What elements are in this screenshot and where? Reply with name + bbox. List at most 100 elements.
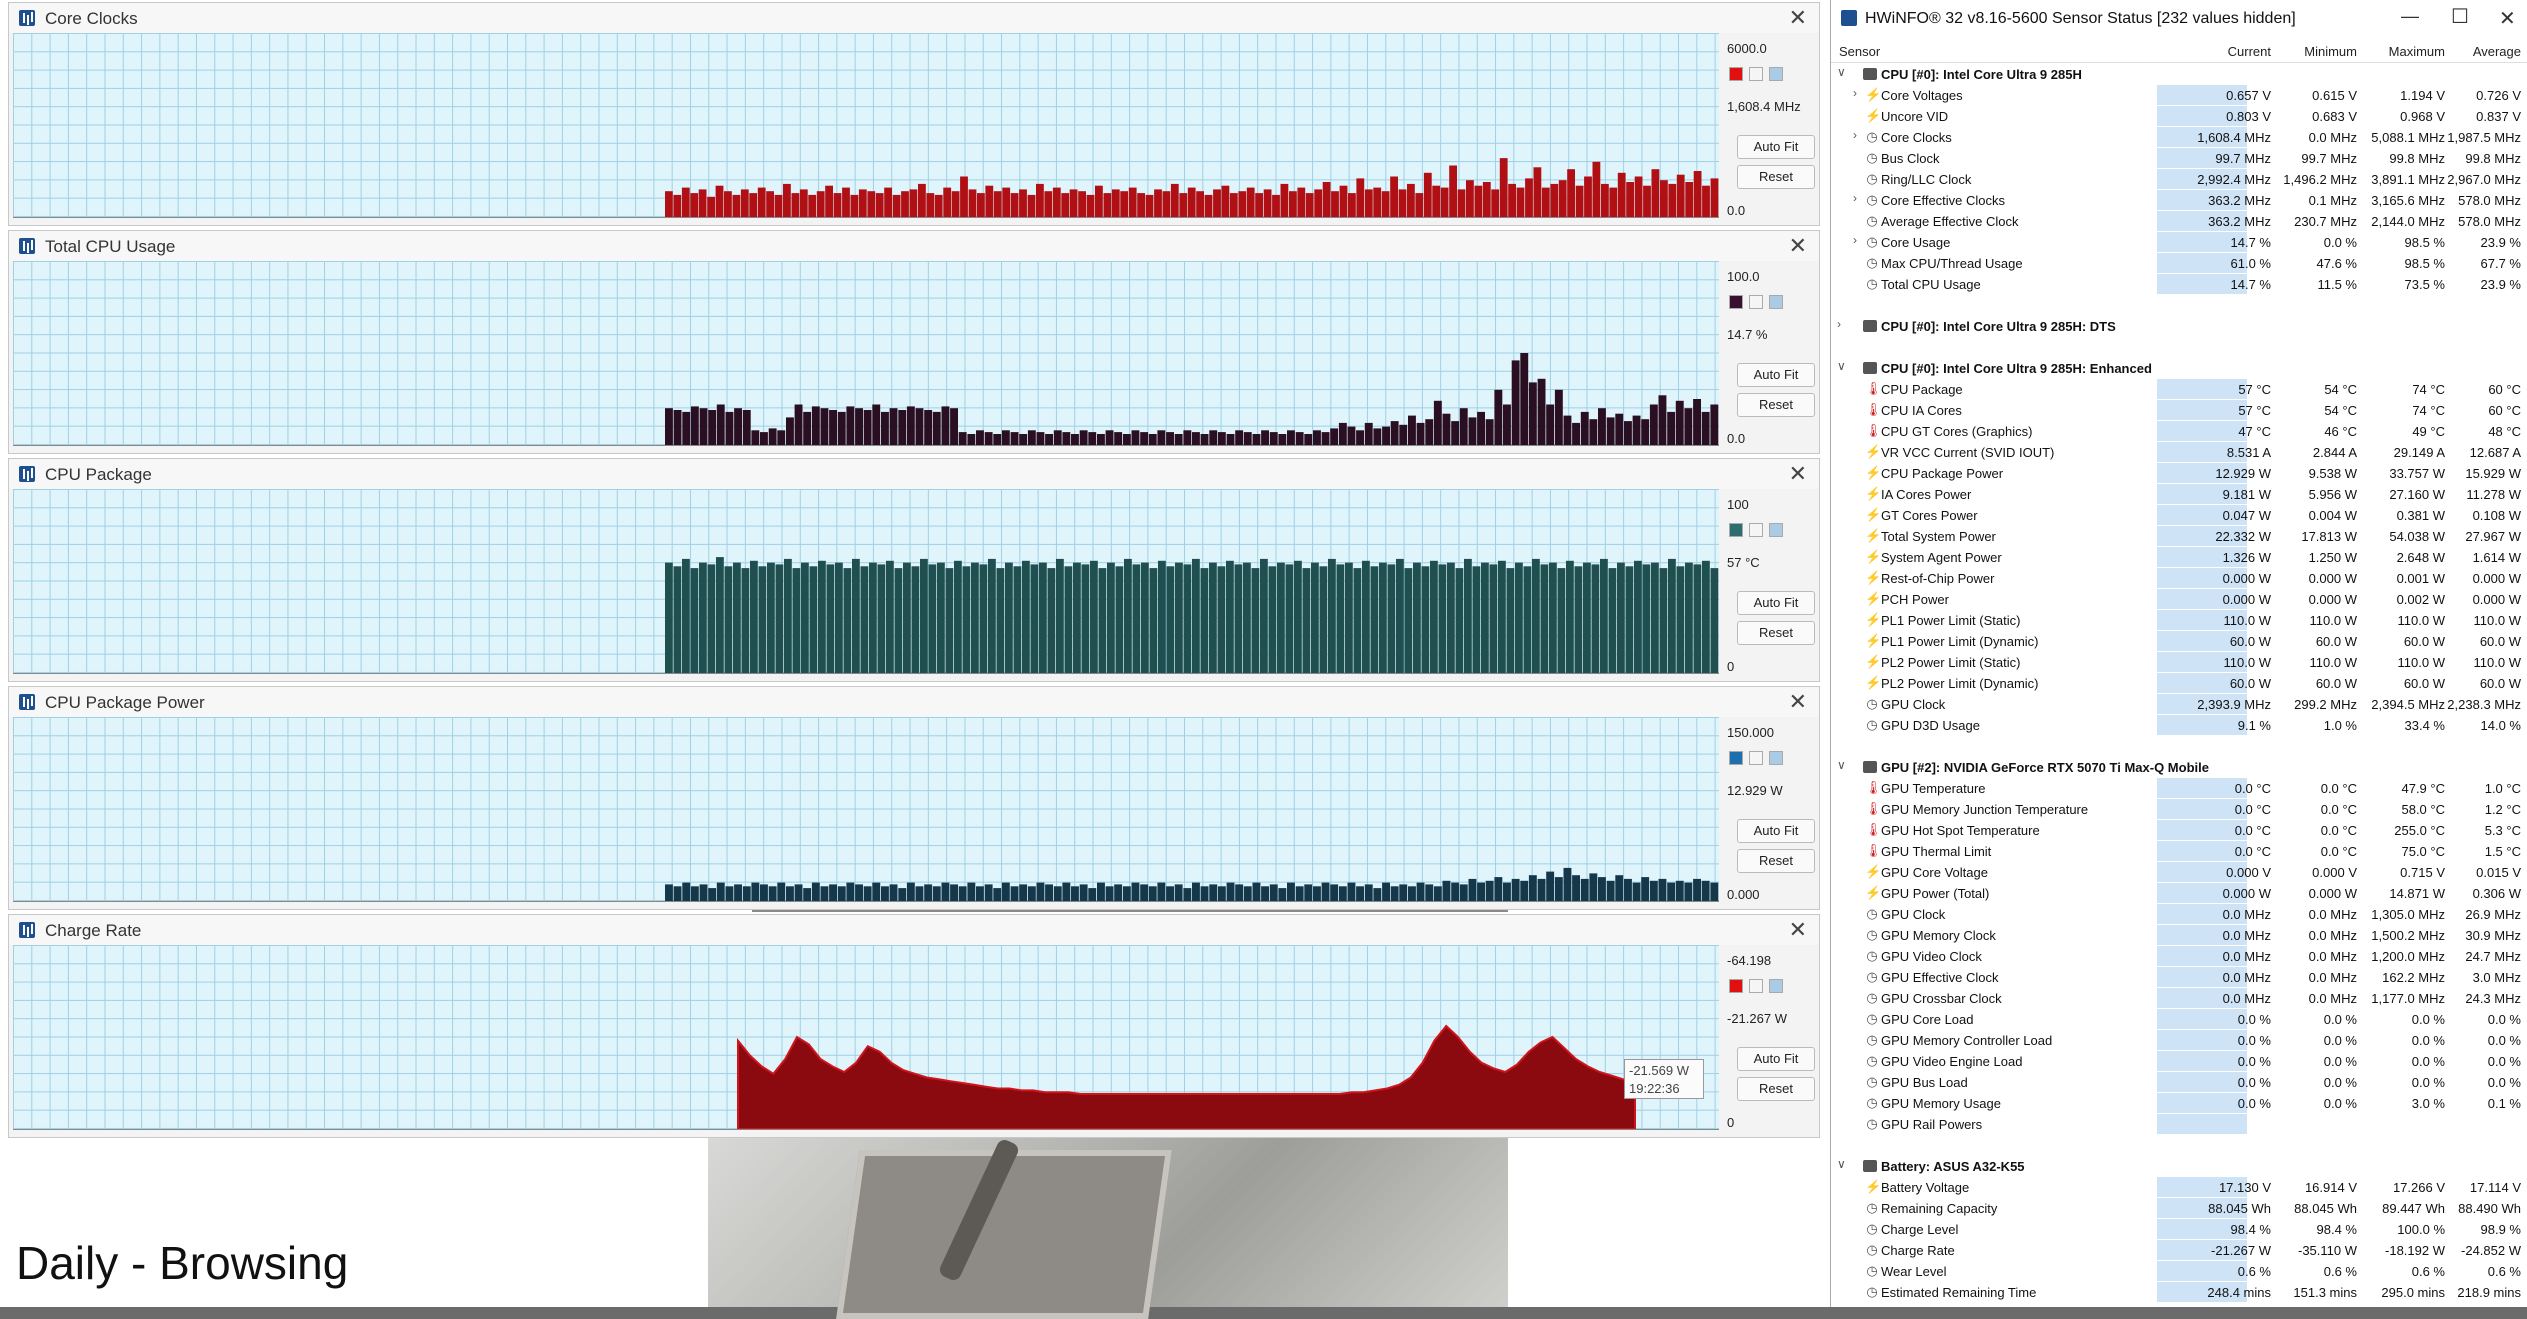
close-icon[interactable]: ✕ <box>1789 461 1807 487</box>
sensor-row[interactable]: ◷ GPU Memory Clock 0.0 MHz 0.0 MHz 1,500.2 M… <box>1831 925 2527 946</box>
reset-button[interactable]: Reset <box>1737 165 1815 189</box>
color-swatch[interactable] <box>1729 751 1743 765</box>
sensor-row[interactable]: ⚡ PL1 Power Limit (Static) 110.0 W 110.0 W 1… <box>1831 610 2527 631</box>
sensor-row[interactable]: ◷ GPU Memory Controller Load 0.0 % 0.0 % 0.0… <box>1831 1030 2527 1051</box>
sensor-row[interactable]: ⚡ GPU Core Voltage 0.000 V 0.000 V 0.715 V 0.… <box>1831 862 2527 883</box>
background-swatch[interactable] <box>1749 523 1763 537</box>
sensor-row[interactable]: ⚡ VR VCC Current (SVID IOUT) 8.531 A 2.844 … <box>1831 442 2527 463</box>
sensor-group[interactable]: ∨ CPU [#0]: Intel Core Ultra 9 285H: Enha… <box>1831 358 2527 379</box>
chevron-right-icon[interactable]: › <box>1837 317 1841 331</box>
sensor-row[interactable]: ◷ GPU D3D Usage 9.1 % 1.0 % 33.4 % 14.0 % <box>1831 715 2527 736</box>
close-icon[interactable]: ✕ <box>2499 6 2516 31</box>
sensor-row[interactable]: › ⚡ Core Voltages 0.657 V 0.615 V 1.194 V 0.72… <box>1831 85 2527 106</box>
grid-swatch[interactable] <box>1769 979 1783 993</box>
grid-swatch[interactable] <box>1769 751 1783 765</box>
auto-fit-button[interactable]: Auto Fit <box>1737 135 1815 159</box>
sensor-row[interactable]: ◷ Ring/LLC Clock 2,992.4 MHz 1,496.2 MHz 3,8… <box>1831 169 2527 190</box>
sensor-row[interactable]: 🌡 GPU Temperature 0.0 °C 0.0 °C 47.9 °C 1.0 °… <box>1831 778 2527 799</box>
color-swatch[interactable] <box>1729 979 1743 993</box>
auto-fit-button[interactable]: Auto Fit <box>1737 819 1815 843</box>
column-minimum[interactable]: Minimum <box>2283 44 2357 59</box>
sensor-row[interactable]: ◷ GPU Memory Usage 0.0 % 0.0 % 3.0 % 0.1 % <box>1831 1093 2527 1114</box>
close-icon[interactable]: ✕ <box>1789 917 1807 943</box>
column-current[interactable]: Current <box>2197 44 2271 59</box>
sensor-row[interactable]: ⚡ GPU Power (Total) 0.000 W 0.000 W 14.871 W… <box>1831 883 2527 904</box>
auto-fit-button[interactable]: Auto Fit <box>1737 363 1815 387</box>
color-swatch[interactable] <box>1729 295 1743 309</box>
sensor-row[interactable]: ◷ Charge Level 98.4 % 98.4 % 100.0 % 98.9 % <box>1831 1219 2527 1240</box>
column-maximum[interactable]: Maximum <box>2371 44 2445 59</box>
sensor-row[interactable]: ◷ GPU Clock 0.0 MHz 0.0 MHz 1,305.0 MHz 26.9 … <box>1831 904 2527 925</box>
sensor-row[interactable]: ◷ GPU Video Engine Load 0.0 % 0.0 % 0.0 % 0.0… <box>1831 1051 2527 1072</box>
chevron-down-icon[interactable]: ∨ <box>1837 758 1846 772</box>
color-swatch[interactable] <box>1729 523 1743 537</box>
chevron-right-icon[interactable]: › <box>1853 86 1857 100</box>
sensor-row[interactable]: ⚡ PL2 Power Limit (Static) 110.0 W 110.0 W 1… <box>1831 652 2527 673</box>
sensor-group[interactable]: ∨ GPU [#2]: NVIDIA GeForce RTX 5070 Ti Ma… <box>1831 757 2527 778</box>
chevron-down-icon[interactable]: ∨ <box>1837 1157 1846 1171</box>
close-icon[interactable]: ✕ <box>1789 689 1807 715</box>
reset-button[interactable]: Reset <box>1737 393 1815 417</box>
close-icon[interactable]: ✕ <box>1789 5 1807 31</box>
maximize-icon[interactable]: ☐ <box>2451 4 2469 29</box>
sensor-row[interactable]: ⚡ System Agent Power 1.326 W 1.250 W 2.648 W… <box>1831 547 2527 568</box>
sensor-row[interactable]: ◷ Estimated Remaining Time 248.4 mins 151.3… <box>1831 1282 2527 1303</box>
chevron-right-icon[interactable]: › <box>1853 128 1857 142</box>
sensor-row[interactable]: ⚡ PL1 Power Limit (Dynamic) 60.0 W 60.0 W 60… <box>1831 631 2527 652</box>
grid-swatch[interactable] <box>1769 523 1783 537</box>
sensor-row[interactable]: ⚡ Total System Power 22.332 W 17.813 W 54.03… <box>1831 526 2527 547</box>
sensor-row[interactable]: 🌡 CPU Package 57 °C 54 °C 74 °C 60 °C <box>1831 379 2527 400</box>
sensor-row[interactable]: ◷ GPU Clock 2,393.9 MHz 299.2 MHz 2,394.5 MH… <box>1831 694 2527 715</box>
grid-swatch[interactable] <box>1769 67 1783 81</box>
minimize-icon[interactable]: — <box>2401 6 2419 27</box>
sensor-row[interactable]: ◷ GPU Crossbar Clock 0.0 MHz 0.0 MHz 1,177.0… <box>1831 988 2527 1009</box>
sensor-row[interactable]: 🌡 GPU Thermal Limit 0.0 °C 0.0 °C 75.0 °C 1.5… <box>1831 841 2527 862</box>
sensor-row[interactable]: ◷ Wear Level 0.6 % 0.6 % 0.6 % 0.6 % <box>1831 1261 2527 1282</box>
sensor-row[interactable]: ⚡ Rest-of-Chip Power 0.000 W 0.000 W 0.001 W… <box>1831 568 2527 589</box>
reset-button[interactable]: Reset <box>1737 1077 1815 1101</box>
sensor-row[interactable]: › ◷ Core Effective Clocks 363.2 MHz 0.1 MHz 3… <box>1831 190 2527 211</box>
sensor-row[interactable]: ◷ Charge Rate -21.267 W -35.110 W -18.192 W -… <box>1831 1240 2527 1261</box>
sensor-group[interactable]: ∨ CPU [#0]: Intel Core Ultra 9 285H <box>1831 64 2527 85</box>
background-swatch[interactable] <box>1749 979 1763 993</box>
background-swatch[interactable] <box>1749 67 1763 81</box>
sensor-row[interactable]: ◷ GPU Core Load 0.0 % 0.0 % 0.0 % 0.0 % <box>1831 1009 2527 1030</box>
sensor-row[interactable]: ⚡ IA Cores Power 9.181 W 5.956 W 27.160 W 11.… <box>1831 484 2527 505</box>
reset-button[interactable]: Reset <box>1737 621 1815 645</box>
sensor-row[interactable]: ◷ Remaining Capacity 88.045 Wh 88.045 Wh 89.… <box>1831 1198 2527 1219</box>
sensor-row[interactable]: 🌡 CPU IA Cores 57 °C 54 °C 74 °C 60 °C <box>1831 400 2527 421</box>
reset-button[interactable]: Reset <box>1737 849 1815 873</box>
sensor-row[interactable]: ⚡ PL2 Power Limit (Dynamic) 60.0 W 60.0 W 60… <box>1831 673 2527 694</box>
sensor-row[interactable]: › ◷ Core Usage 14.7 % 0.0 % 98.5 % 23.9 % <box>1831 232 2527 253</box>
column-average[interactable]: Average <box>2447 44 2521 59</box>
sensor-row[interactable]: ⚡ PCH Power 0.000 W 0.000 W 0.002 W 0.000 W <box>1831 589 2527 610</box>
sensor-row[interactable]: ◷ Total CPU Usage 14.7 % 11.5 % 73.5 % 23.9 % <box>1831 274 2527 295</box>
background-swatch[interactable] <box>1749 751 1763 765</box>
sensor-row[interactable]: 🌡 GPU Memory Junction Temperature 0.0 °C 0.… <box>1831 799 2527 820</box>
sensor-row[interactable]: 🌡 GPU Hot Spot Temperature 0.0 °C 0.0 °C 255… <box>1831 820 2527 841</box>
sensor-row[interactable]: ◷ GPU Rail Powers <box>1831 1114 2527 1135</box>
grid-swatch[interactable] <box>1769 295 1783 309</box>
sensor-group[interactable]: › CPU [#0]: Intel Core Ultra 9 285H: DTS <box>1831 316 2527 337</box>
sensor-row[interactable]: ⚡ CPU Package Power 12.929 W 9.538 W 33.757 … <box>1831 463 2527 484</box>
sensor-row[interactable]: ◷ GPU Video Clock 0.0 MHz 0.0 MHz 1,200.0 MH… <box>1831 946 2527 967</box>
chevron-down-icon[interactable]: ∨ <box>1837 65 1846 79</box>
sensor-row[interactable]: ⚡ GT Cores Power 0.047 W 0.004 W 0.381 W 0.10… <box>1831 505 2527 526</box>
sensor-row[interactable]: ◷ GPU Bus Load 0.0 % 0.0 % 0.0 % 0.0 % <box>1831 1072 2527 1093</box>
sensor-row[interactable]: ◷ Bus Clock 99.7 MHz 99.7 MHz 99.8 MHz 99.8 M… <box>1831 148 2527 169</box>
background-swatch[interactable] <box>1749 295 1763 309</box>
sensor-row[interactable]: › ◷ Core Clocks 1,608.4 MHz 0.0 MHz 5,088.1 M… <box>1831 127 2527 148</box>
sensor-row[interactable]: 🌡 CPU GT Cores (Graphics) 47 °C 46 °C 49 °C 4… <box>1831 421 2527 442</box>
sensor-group[interactable]: ∨ Battery: ASUS A32-K55 <box>1831 1156 2527 1177</box>
color-swatch[interactable] <box>1729 67 1743 81</box>
auto-fit-button[interactable]: Auto Fit <box>1737 1047 1815 1071</box>
auto-fit-button[interactable]: Auto Fit <box>1737 591 1815 615</box>
sensor-row[interactable]: ◷ Max CPU/Thread Usage 61.0 % 47.6 % 98.5 % 6… <box>1831 253 2527 274</box>
chevron-right-icon[interactable]: › <box>1853 233 1857 247</box>
sensor-row[interactable]: ⚡ Battery Voltage 17.130 V 16.914 V 17.266 V… <box>1831 1177 2527 1198</box>
chevron-right-icon[interactable]: › <box>1853 191 1857 205</box>
sensor-row[interactable]: ⚡ Uncore VID 0.803 V 0.683 V 0.968 V 0.837 V <box>1831 106 2527 127</box>
close-icon[interactable]: ✕ <box>1789 233 1807 259</box>
column-sensor[interactable]: Sensor <box>1839 44 1880 59</box>
sensor-row[interactable]: ◷ Average Effective Clock 363.2 MHz 230.7 M… <box>1831 211 2527 232</box>
